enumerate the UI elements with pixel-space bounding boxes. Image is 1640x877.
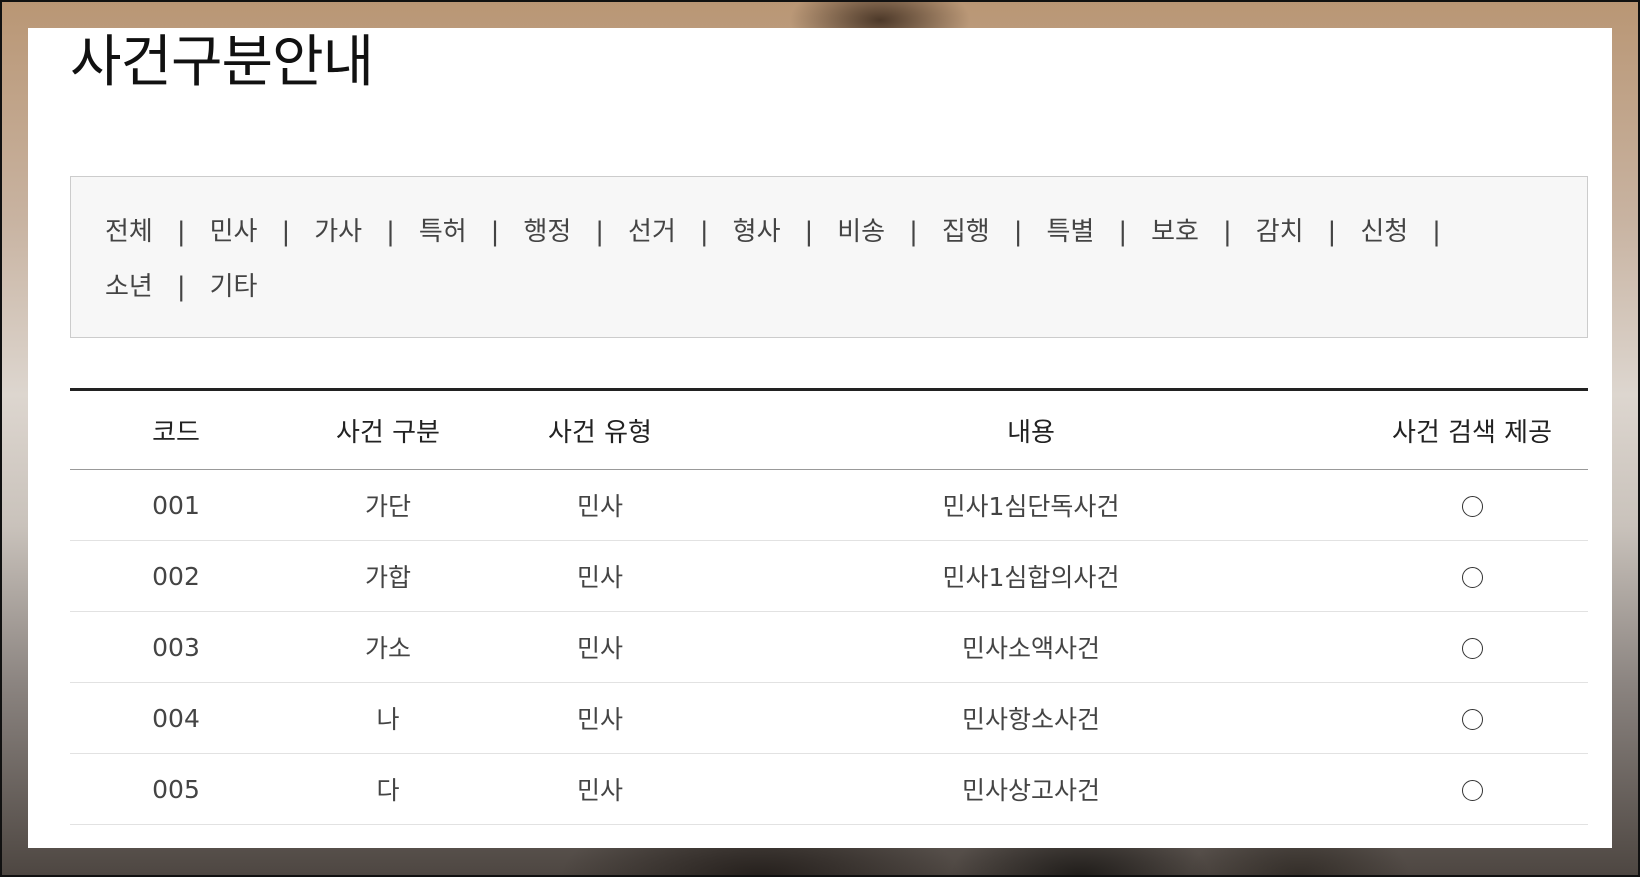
header-case-category: 사건 구분 [282,389,494,470]
filter-separator: | [490,217,500,247]
cell-description: 민사항소사건 [706,682,1356,754]
filter-item-application: 신청 | [1360,209,1465,256]
cell-description: 민사상고사건 [706,753,1356,825]
filter-item-administrative: 행정 | [523,209,628,256]
cell-case-category: 가소 [282,611,494,683]
filter-item-family: 가사 | [314,209,419,256]
filter-link-election[interactable]: 선거 [628,217,676,247]
table-row: 001 가단 민사 민사1심단독사건 [70,469,1588,541]
circle-icon [1461,567,1483,588]
filter-item-patent: 특허 | [419,209,524,256]
cell-case-type: 민사 [494,469,706,541]
filter-item-non-contentious: 비송 | [837,209,942,256]
cell-description: 민사소액사건 [706,611,1356,683]
case-category-filter-box: 전체 | 민사 | 가사 | 특허 | 행정 | 선거 | 형사 | 비송 | 집행 | 특별 | … [70,176,1588,338]
circle-icon [1461,496,1483,517]
filter-separator: | [804,217,814,247]
table-row: 003 가소 민사 민사소액사건 [70,611,1588,683]
filter-item-other: 기타 [210,264,258,311]
filter-separator: | [1432,217,1441,247]
cell-case-type: 민사 [494,611,706,683]
filter-item-all: 전체 | [105,209,210,256]
filter-link-all[interactable]: 전체 [105,217,153,247]
cell-case-category: 나 [282,682,494,754]
circle-icon [1461,780,1483,801]
cell-search-available [1356,469,1588,541]
filter-separator: | [1327,217,1337,247]
cell-code: 001 [70,469,282,541]
table-body: 001 가단 민사 민사1심단독사건 002 가합 민사 민사1심합의사건 00… [70,469,1588,825]
filter-link-administrative[interactable]: 행정 [523,217,571,247]
cell-case-type: 민사 [494,540,706,612]
case-category-table: 코드 사건 구분 사건 유형 내용 사건 검색 제공 001 가단 민사 민사1… [70,388,1588,825]
circle-icon [1461,709,1483,730]
cell-case-type: 민사 [494,753,706,825]
filter-separator: | [281,217,291,247]
table-header: 코드 사건 구분 사건 유형 내용 사건 검색 제공 [70,389,1588,470]
cell-case-category: 다 [282,753,494,825]
content-panel: 사건구분안내 전체 | 민사 | 가사 | 특허 | 행정 | 선거 | 형사 | 비송 | 집… [28,28,1612,848]
cell-case-category: 가단 [282,469,494,541]
filter-link-protection[interactable]: 보호 [1151,217,1199,247]
cell-description: 민사1심합의사건 [706,540,1356,612]
filter-link-civil[interactable]: 민사 [210,217,258,247]
filter-separator: | [386,217,395,247]
filter-link-special[interactable]: 특별 [1046,217,1094,247]
cell-search-available [1356,682,1588,754]
filter-link-application[interactable]: 신청 [1360,217,1408,247]
filter-item-execution: 집행 | [942,209,1047,256]
cell-case-type: 민사 [494,682,706,754]
filter-separator: | [1118,217,1128,247]
filter-item-civil: 민사 | [210,209,315,256]
filter-link-patent[interactable]: 특허 [419,217,467,247]
filter-link-criminal[interactable]: 형사 [733,217,781,247]
header-code: 코드 [70,389,282,470]
filter-link-other[interactable]: 기타 [210,272,258,302]
filter-link-juvenile[interactable]: 소년 [105,272,153,302]
cell-search-available [1356,611,1588,683]
filter-link-detention[interactable]: 감치 [1256,217,1304,247]
filter-separator: | [595,217,605,247]
filter-item-protection: 보호 | [1151,209,1256,256]
filter-link-execution[interactable]: 집행 [942,217,990,247]
circle-icon [1461,638,1483,659]
filter-link-non-contentious[interactable]: 비송 [837,217,885,247]
filter-separator: | [909,217,918,247]
header-case-search-available: 사건 검색 제공 [1356,389,1588,470]
filter-separator: | [176,272,186,302]
cell-search-available [1356,540,1588,612]
table-row: 004 나 민사 민사항소사건 [70,682,1588,754]
cell-code: 004 [70,682,282,754]
header-description: 내용 [706,389,1356,470]
cell-code: 002 [70,540,282,612]
page-title: 사건구분안내 [70,30,374,95]
cell-case-category: 가합 [282,540,494,612]
filter-separator: | [176,217,186,247]
table-row: 002 가합 민사 민사1심합의사건 [70,540,1588,612]
filter-separator: | [1013,217,1023,247]
cell-search-available [1356,753,1588,825]
filter-item-juvenile: 소년 | [105,264,210,311]
filter-separator: | [699,217,709,247]
filter-item-special: 특별 | [1046,209,1151,256]
filter-separator: | [1222,217,1232,247]
header-case-type: 사건 유형 [494,389,706,470]
table-header-row: 코드 사건 구분 사건 유형 내용 사건 검색 제공 [70,389,1588,470]
filter-item-criminal: 형사 | [733,209,838,256]
cell-code: 005 [70,753,282,825]
case-category-filter-list: 전체 | 민사 | 가사 | 특허 | 행정 | 선거 | 형사 | 비송 | 집행 | 특별 | … [105,209,1555,319]
cell-code: 003 [70,611,282,683]
table-row: 005 다 민사 민사상고사건 [70,753,1588,825]
cell-description: 민사1심단독사건 [706,469,1356,541]
filter-item-election: 선거 | [628,209,733,256]
filter-link-family[interactable]: 가사 [314,217,362,247]
filter-item-detention: 감치 | [1256,209,1361,256]
